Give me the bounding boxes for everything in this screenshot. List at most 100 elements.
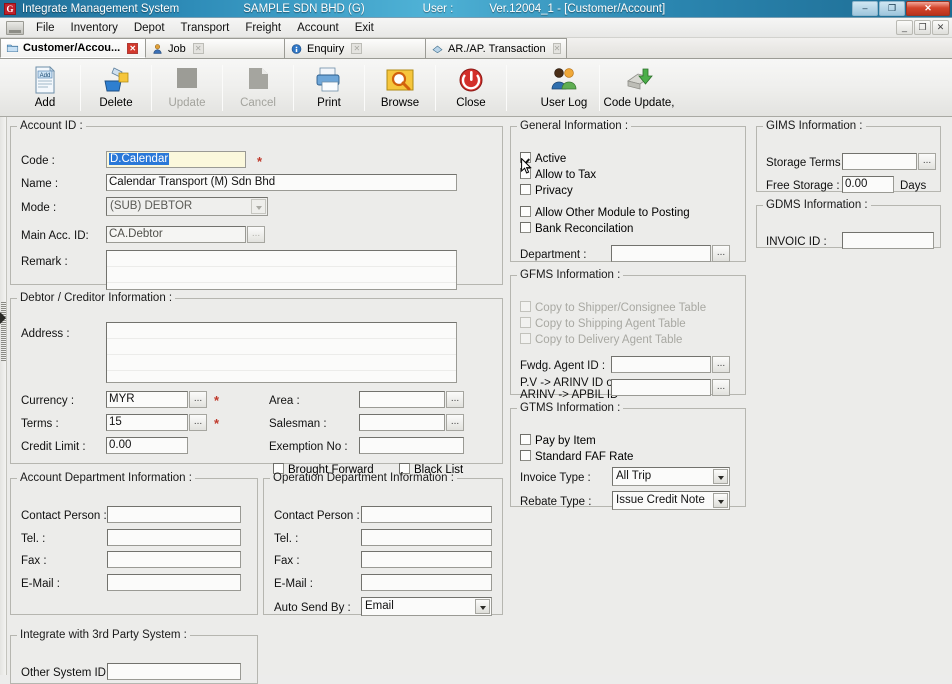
other-system-id-input[interactable] bbox=[107, 663, 241, 680]
add-button[interactable]: Add Add bbox=[10, 62, 80, 114]
menu-item-depot[interactable]: Depot bbox=[126, 20, 173, 36]
svg-text:Add: Add bbox=[40, 73, 51, 79]
oper-email-input[interactable] bbox=[361, 574, 492, 591]
main-acc-id-browse-button[interactable]: ... bbox=[247, 226, 265, 243]
menu-item-inventory[interactable]: Inventory bbox=[63, 20, 126, 36]
oper-contact-person-input[interactable] bbox=[361, 506, 492, 523]
tab-close-icon[interactable]: ✕ bbox=[552, 43, 562, 54]
salesman-input[interactable] bbox=[359, 414, 445, 431]
menu-item-freight[interactable]: Freight bbox=[237, 20, 289, 36]
gtms-legend: GTMS Information : bbox=[520, 402, 621, 414]
address-label: Address : bbox=[21, 328, 70, 340]
tab-close-icon[interactable]: ✕ bbox=[192, 43, 204, 54]
tab-ar-ap-transaction[interactable]: AR./AP. Transaction ✕ bbox=[425, 38, 567, 58]
delete-label: Delete bbox=[99, 96, 133, 109]
privacy-checkbox[interactable]: Privacy bbox=[520, 184, 573, 197]
rebate-type-select[interactable]: Issue Credit Note bbox=[612, 491, 730, 510]
storage-terms-input[interactable] bbox=[842, 153, 917, 170]
allow-to-tax-checkbox[interactable]: Allow to Tax bbox=[520, 168, 596, 181]
copy-delivery-agent-checkbox[interactable]: Copy to Delivery Agent Table bbox=[520, 333, 682, 346]
mdi-minimize-button[interactable]: _ bbox=[896, 20, 913, 35]
terms-browse-button[interactable]: ... bbox=[189, 414, 207, 431]
acct-tel-label: Tel. : bbox=[21, 533, 46, 545]
toolbar-separator bbox=[506, 64, 507, 111]
main-toolbar: Add Add Delete Update Cancel Print Brows… bbox=[0, 59, 952, 117]
bank-reconcilation-checkbox[interactable]: Bank Reconcilation bbox=[520, 222, 633, 235]
main-acc-id-input[interactable]: CA.Debtor bbox=[106, 226, 246, 243]
invoice-type-value: All Trip bbox=[616, 470, 652, 482]
print-button[interactable]: Print bbox=[294, 62, 364, 114]
chevron-down-icon[interactable] bbox=[475, 599, 490, 614]
chevron-down-icon[interactable] bbox=[713, 493, 728, 508]
storage-terms-browse-button[interactable]: ... bbox=[918, 153, 936, 170]
close-form-button[interactable]: Close bbox=[436, 62, 506, 114]
close-button[interactable]: ✕ bbox=[906, 1, 950, 16]
area-browse-button[interactable]: ... bbox=[446, 391, 464, 408]
menu-item-transport[interactable]: Transport bbox=[173, 20, 238, 36]
allow-other-module-checkbox[interactable]: Allow Other Module to Posting bbox=[520, 206, 690, 219]
currency-input[interactable]: MYR bbox=[106, 391, 188, 408]
copy-shipping-agent-checkbox[interactable]: Copy to Shipping Agent Table bbox=[520, 317, 686, 330]
maximize-button[interactable]: ❐ bbox=[879, 1, 905, 16]
area-input[interactable] bbox=[359, 391, 445, 408]
checkbox-box bbox=[520, 317, 531, 328]
pay-by-item-checkbox[interactable]: Pay by Item bbox=[520, 434, 596, 447]
currency-browse-button[interactable]: ... bbox=[189, 391, 207, 408]
menu-item-account[interactable]: Account bbox=[289, 20, 347, 36]
standard-faf-rate-checkbox[interactable]: Standard FAF Rate bbox=[520, 450, 633, 463]
system-menu-icon[interactable] bbox=[6, 20, 24, 35]
fwdg-agent-id-browse-button[interactable]: ... bbox=[712, 356, 730, 373]
acct-fax-input[interactable] bbox=[107, 551, 241, 568]
oper-fax-input[interactable] bbox=[361, 551, 492, 568]
splitter-expand-arrow-icon[interactable] bbox=[0, 312, 6, 324]
panel-splitter[interactable] bbox=[0, 117, 7, 675]
name-input[interactable]: Calendar Transport (M) Sdn Bhd bbox=[106, 174, 457, 191]
menu-item-exit[interactable]: Exit bbox=[347, 20, 382, 36]
code-update-button[interactable]: Code Update, bbox=[600, 62, 678, 114]
active-checkbox[interactable]: Active bbox=[520, 152, 566, 165]
fwdg-agent-id-input[interactable] bbox=[611, 356, 711, 373]
acct-email-input[interactable] bbox=[107, 574, 241, 591]
invoice-type-select[interactable]: All Trip bbox=[612, 467, 730, 486]
oper-tel-input[interactable] bbox=[361, 529, 492, 546]
mdi-close-button[interactable]: ✕ bbox=[932, 20, 949, 35]
exemption-no-input[interactable] bbox=[359, 437, 464, 454]
tab-customer-account[interactable]: Customer/Accou... ✕ bbox=[0, 38, 146, 58]
address-textarea[interactable] bbox=[106, 322, 457, 383]
storage-terms-label: Storage Terms : bbox=[766, 157, 847, 169]
cancel-button[interactable]: Cancel bbox=[223, 62, 293, 114]
checkbox-box bbox=[520, 184, 531, 195]
pv-arinv-browse-button[interactable]: ... bbox=[712, 379, 730, 396]
chevron-down-icon[interactable] bbox=[713, 469, 728, 484]
delete-button[interactable]: Delete bbox=[81, 62, 151, 114]
debtor-creditor-legend: Debtor / Creditor Information : bbox=[20, 292, 173, 304]
tab-close-icon[interactable]: ✕ bbox=[127, 42, 139, 54]
acct-contact-person-input[interactable] bbox=[107, 506, 241, 523]
terms-input[interactable]: 15 bbox=[106, 414, 188, 431]
user-log-button[interactable]: User Log bbox=[529, 62, 599, 114]
mdi-restore-button[interactable]: ❐ bbox=[914, 20, 931, 35]
update-label: Update bbox=[168, 96, 206, 109]
auto-send-by-select[interactable]: Email bbox=[361, 597, 492, 616]
transaction-icon bbox=[432, 45, 443, 53]
browse-button[interactable]: Browse bbox=[365, 62, 435, 114]
pv-arinv-input[interactable] bbox=[611, 379, 711, 396]
chevron-down-icon[interactable] bbox=[251, 199, 266, 214]
invoic-id-input[interactable] bbox=[842, 232, 934, 249]
mode-select[interactable]: (SUB) DEBTOR bbox=[106, 197, 268, 216]
department-input[interactable] bbox=[611, 245, 711, 262]
code-input[interactable]: D.Calendar bbox=[106, 151, 246, 168]
tab-job[interactable]: Job ✕ bbox=[145, 38, 285, 58]
department-browse-button[interactable]: ... bbox=[712, 245, 730, 262]
salesman-browse-button[interactable]: ... bbox=[446, 414, 464, 431]
copy-shipper-consignee-checkbox[interactable]: Copy to Shipper/Consignee Table bbox=[520, 301, 706, 314]
menu-item-file[interactable]: File bbox=[28, 20, 63, 36]
tab-enquiry[interactable]: Enquiry ✕ bbox=[284, 38, 426, 58]
free-storage-input[interactable]: 0.00 bbox=[842, 176, 894, 193]
update-button[interactable]: Update bbox=[152, 62, 222, 114]
remark-textarea[interactable] bbox=[106, 250, 457, 290]
acct-tel-input[interactable] bbox=[107, 529, 241, 546]
credit-limit-input[interactable]: 0.00 bbox=[106, 437, 188, 454]
tab-close-icon[interactable]: ✕ bbox=[351, 43, 363, 54]
minimize-button[interactable]: – bbox=[852, 1, 878, 16]
